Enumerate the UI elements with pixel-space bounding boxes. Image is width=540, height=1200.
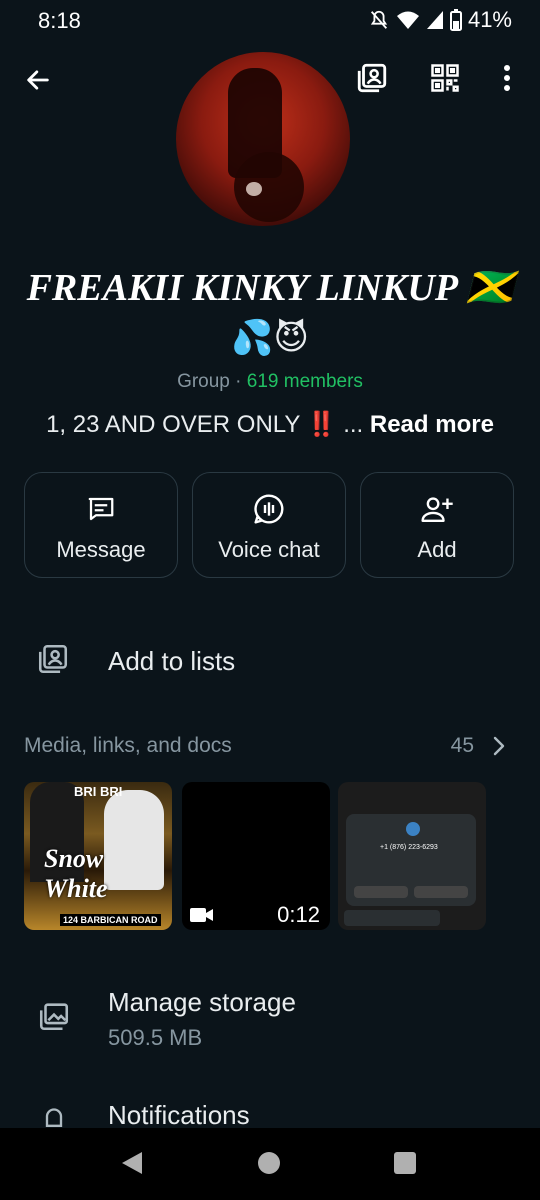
storage-size: 509.5 MB — [108, 1025, 203, 1050]
media-thumbnail-video[interactable]: 0:12 — [182, 782, 330, 930]
more-vert-icon — [504, 65, 510, 91]
description-ellipsis: ... — [343, 411, 364, 438]
group-meta: Group · 619 members — [0, 371, 540, 393]
add-label: Add — [417, 537, 457, 562]
voice-chat-icon — [253, 491, 285, 527]
screenshot-message — [344, 910, 440, 926]
add-to-lists-row[interactable]: Add to lists — [0, 630, 540, 692]
wifi-icon — [396, 10, 420, 30]
nav-recents-icon[interactable] — [394, 1152, 416, 1174]
storage-folder-icon — [36, 999, 72, 1038]
screenshot-phone: +1 (876) 223-6293 — [380, 844, 438, 851]
status-bar: 8:18 41% — [0, 0, 540, 40]
flyer-address: 124 BARBICAN ROAD — [60, 914, 161, 926]
manage-storage-label: Manage storage — [108, 987, 296, 1017]
members-count[interactable]: 619 members — [247, 371, 363, 392]
message-button[interactable]: Message — [24, 472, 178, 578]
description-emoji: ‼️ — [306, 411, 337, 438]
arrow-left-icon — [27, 70, 49, 90]
add-member-button[interactable]: Add — [360, 472, 514, 578]
back-button[interactable] — [18, 60, 58, 100]
media-thumbnail-screenshot[interactable]: +1 (876) 223-6293 — [338, 782, 486, 930]
chevron-right-icon — [492, 736, 506, 761]
group-name-emoji: 💦😈 — [231, 319, 309, 357]
message-icon — [85, 491, 117, 527]
group-description[interactable]: 1, 23 AND OVER ONLY ‼️ ... Read more — [0, 410, 540, 439]
contact-list-icon — [36, 642, 70, 681]
screenshot-avatar-dot — [406, 822, 420, 836]
screenshot-card: +1 (876) 223-6293 — [346, 814, 476, 906]
media-title: Media, links, and docs — [24, 734, 232, 757]
media-count: 45 — [450, 734, 474, 757]
add-to-list-button[interactable] — [352, 58, 392, 98]
system-navigation-bar — [0, 1128, 540, 1200]
signal-icon — [426, 10, 444, 30]
media-links-docs-header[interactable]: Media, links, and docs 45 — [0, 730, 540, 764]
battery-icon — [449, 9, 462, 31]
qr-code-button[interactable] — [425, 58, 465, 98]
message-label: Message — [56, 537, 146, 562]
status-time: 8:18 — [38, 8, 81, 33]
screenshot-block-button — [354, 886, 408, 898]
add-person-icon — [420, 491, 454, 527]
nav-home-icon[interactable] — [258, 1152, 280, 1174]
nav-back-icon[interactable] — [120, 1150, 144, 1181]
voice-chat-label: Voice chat — [218, 537, 320, 562]
media-thumbnail-flyer[interactable]: BRI BRI Snow White 124 BARBICAN ROAD — [24, 782, 172, 930]
screenshot-add-button — [414, 886, 468, 898]
group-type: Group — [177, 371, 230, 392]
battery-percent: 41% — [467, 7, 512, 32]
group-name: FREAKII KINKY LINKUP 🇯🇲 — [26, 267, 514, 309]
mute-icon — [368, 9, 390, 31]
voice-chat-button[interactable]: Voice chat — [192, 472, 346, 578]
read-more-link[interactable]: Read more — [370, 411, 494, 438]
meta-separator: · — [235, 371, 242, 392]
add-to-lists-label: Add to lists — [108, 646, 236, 676]
video-camera-icon — [190, 906, 214, 929]
avatar-figure-2 — [234, 152, 304, 222]
notifications-row[interactable]: Notifications — [0, 1100, 540, 1130]
contact-list-icon — [357, 63, 387, 93]
flyer-title: Snow White — [44, 844, 108, 903]
qr-code-icon — [431, 64, 459, 92]
flyer-top-text: BRI BRI — [74, 784, 123, 799]
more-options-button[interactable] — [490, 58, 524, 98]
notifications-label: Notifications — [108, 1100, 250, 1130]
video-duration: 0:12 — [277, 902, 320, 927]
status-icons: 41% — [368, 7, 512, 33]
avatar-highlight — [246, 182, 262, 196]
description-text: 1, 23 AND OVER ONLY — [46, 411, 300, 438]
group-avatar[interactable] — [176, 52, 350, 226]
manage-storage-row[interactable]: Manage storage 509.5 MB — [0, 985, 540, 1055]
